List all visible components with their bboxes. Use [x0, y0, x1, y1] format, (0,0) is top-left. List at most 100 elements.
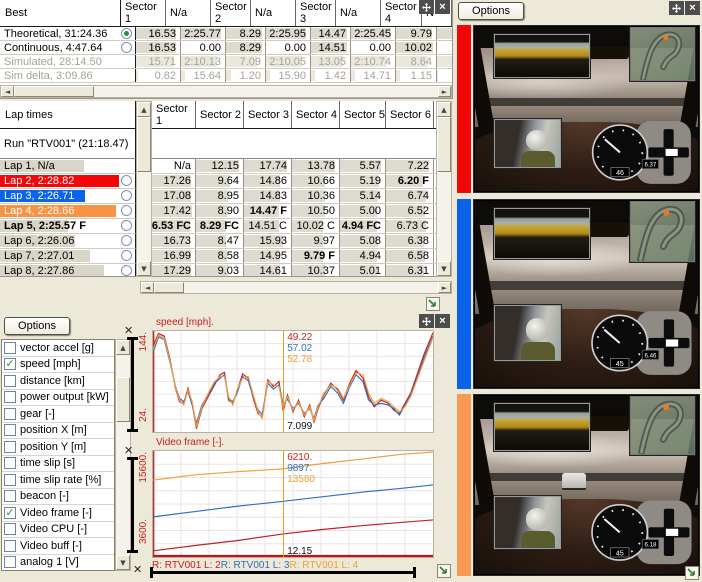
channel-row[interactable]: Video buff [-] — [2, 538, 114, 555]
sector-cell: 0.00 — [181, 41, 226, 54]
checkbox[interactable] — [4, 556, 16, 568]
video-frame[interactable]: 45 6.46 — [473, 199, 700, 389]
checkbox[interactable] — [4, 523, 16, 535]
lap-row[interactable]: Lap 3, 2:26.71 — [0, 189, 136, 204]
graph-options-button[interactable]: Options — [4, 317, 70, 335]
move-panel-icon[interactable] — [419, 0, 434, 14]
video-options-button[interactable]: Options — [458, 2, 524, 20]
best-row[interactable]: Continuous, 4:47.6416.530.008.290.0014.5… — [0, 41, 452, 55]
close-panel-icon[interactable]: × — [685, 1, 700, 15]
radio-button[interactable] — [121, 28, 132, 39]
checkbox[interactable] — [4, 408, 16, 420]
radio-button[interactable] — [121, 205, 132, 216]
lap-row[interactable]: Lap 4, 2:28.66 — [0, 204, 136, 219]
scroll-up-icon[interactable]: ▲ — [137, 102, 151, 117]
lap-row[interactable]: Lap 5, 2:25.57 F — [0, 219, 136, 234]
scroll-left-icon[interactable]: ◄ — [141, 282, 154, 293]
radio-button[interactable] — [121, 265, 132, 276]
scroll-thumb[interactable] — [154, 282, 184, 293]
radio-button[interactable] — [121, 235, 132, 246]
channel-row[interactable]: gear [-] — [2, 406, 114, 423]
cursor-x-value: 7.099 — [287, 421, 312, 432]
checkbox[interactable] — [4, 474, 16, 486]
resize-grip-icon[interactable] — [426, 297, 440, 311]
chart-cursor[interactable] — [283, 331, 284, 432]
channel-row[interactable]: position X [m] — [2, 423, 114, 440]
radio-button[interactable] — [121, 220, 132, 231]
lap-row[interactable]: Lap 8, 2:27.86 — [0, 264, 136, 277]
lap-row[interactable]: Lap 7, 2:27.01 — [0, 249, 136, 264]
scroll-down-icon[interactable]: ▼ — [437, 261, 451, 276]
move-panel-icon[interactable] — [669, 1, 684, 15]
channel-row[interactable]: position Y [m] — [2, 439, 114, 456]
speed-y-zoom-bar[interactable] — [131, 337, 134, 432]
lap-row[interactable]: Lap 6, 2:26.06 — [0, 234, 136, 249]
channel-row[interactable]: analog 1 [V] — [2, 555, 114, 572]
best-row[interactable]: Sim delta, 3:09.860.8215.641.2015.901.42… — [0, 69, 452, 83]
channel-row[interactable]: vector accel [g] — [2, 340, 114, 357]
value-bar — [311, 70, 315, 81]
speed-chart-plot[interactable]: 49.2257.0252.787.099 — [152, 330, 434, 433]
video-frame[interactable]: 46 6.37 — [473, 25, 700, 193]
chart-cursor[interactable] — [283, 451, 284, 557]
axis-zoom-close-icon[interactable]: ✕ — [124, 324, 133, 337]
resize-grip-icon[interactable] — [437, 564, 451, 578]
checkbox[interactable] — [4, 391, 16, 403]
run-label-row[interactable]: Run "RTV001" (21:18.47) — [0, 129, 136, 159]
radio-button[interactable] — [121, 42, 132, 53]
checkbox[interactable] — [4, 375, 16, 387]
channel-row[interactable]: power output [kW] — [2, 390, 114, 407]
channel-row[interactable]: beacon [-] — [2, 489, 114, 506]
scroll-thumb[interactable] — [14, 86, 94, 97]
checkbox[interactable] — [4, 490, 16, 502]
radio-button[interactable] — [121, 190, 132, 201]
x-zoom-close-icon[interactable]: ✕ — [133, 563, 142, 576]
scroll-thumb[interactable] — [137, 117, 151, 172]
scroll-down-icon[interactable]: ▼ — [116, 555, 130, 570]
scroll-down-icon[interactable]: ▼ — [137, 261, 151, 276]
channel-row[interactable]: time slip rate [%] — [2, 472, 114, 489]
axis-zoom-close-icon[interactable]: ✕ — [124, 444, 133, 457]
lap-table-scrollbar[interactable]: ▲ ▼ — [436, 101, 452, 277]
scroll-up-icon[interactable]: ▲ — [437, 102, 451, 117]
channel-row[interactable]: ✓speed [mph] — [2, 357, 114, 374]
scroll-right-icon[interactable]: ► — [438, 282, 451, 293]
x-zoom-bar[interactable] — [150, 571, 416, 574]
channel-row[interactable]: distance [km] — [2, 373, 114, 390]
scroll-thumb[interactable] — [437, 117, 451, 172]
close-panel-icon[interactable]: × — [435, 314, 450, 328]
lap-names-scrollbar[interactable]: ▲ ▼ — [136, 101, 152, 277]
lap-row[interactable]: Lap 2, 2:28.82 — [0, 174, 136, 189]
scroll-up-icon[interactable]: ▲ — [116, 340, 130, 355]
checkbox[interactable] — [4, 424, 16, 436]
column-header: N/a — [251, 0, 296, 26]
checkbox[interactable] — [4, 457, 16, 469]
lap-row[interactable]: Lap 1, N/a — [0, 159, 136, 174]
checkbox[interactable] — [4, 342, 16, 354]
move-panel-icon[interactable] — [419, 314, 434, 328]
checkbox[interactable]: ✓ — [4, 358, 16, 370]
sector-cell: 6.31 — [386, 264, 434, 277]
scroll-right-icon[interactable]: ► — [438, 86, 451, 97]
best-row[interactable]: Simulated, 28:14.5015.712:10.137.092:10.… — [0, 55, 452, 69]
channel-row[interactable]: ✓Video frame [-] — [2, 505, 114, 522]
videoframe-y-zoom-bar[interactable] — [131, 457, 134, 553]
best-h-scrollbar[interactable]: ◄ ► — [0, 85, 452, 98]
column-header: Sector 4 — [381, 0, 422, 26]
video-frame[interactable]: 45 6.18 — [473, 394, 700, 576]
checkbox[interactable] — [4, 441, 16, 453]
channel-row[interactable]: time slip [s] — [2, 456, 114, 473]
close-panel-icon[interactable]: × — [435, 0, 450, 14]
radio-button[interactable] — [121, 250, 132, 261]
best-row[interactable]: Theoretical, 31:24.3616.532:25.778.292:2… — [0, 27, 452, 41]
radio-button[interactable] — [121, 175, 132, 186]
channel-row[interactable]: Video CPU [-] — [2, 522, 114, 539]
value-bar — [266, 70, 270, 81]
scroll-thumb[interactable] — [116, 377, 130, 422]
checkbox[interactable] — [4, 540, 16, 552]
videoframe-chart-plot[interactable]: 6210.9897.1358012.15 — [152, 450, 434, 558]
checkbox[interactable]: ✓ — [4, 507, 16, 519]
lap-h-scrollbar[interactable]: ◄ ► — [140, 281, 452, 294]
resize-grip-icon[interactable] — [685, 566, 699, 580]
scroll-left-icon[interactable]: ◄ — [1, 86, 14, 97]
